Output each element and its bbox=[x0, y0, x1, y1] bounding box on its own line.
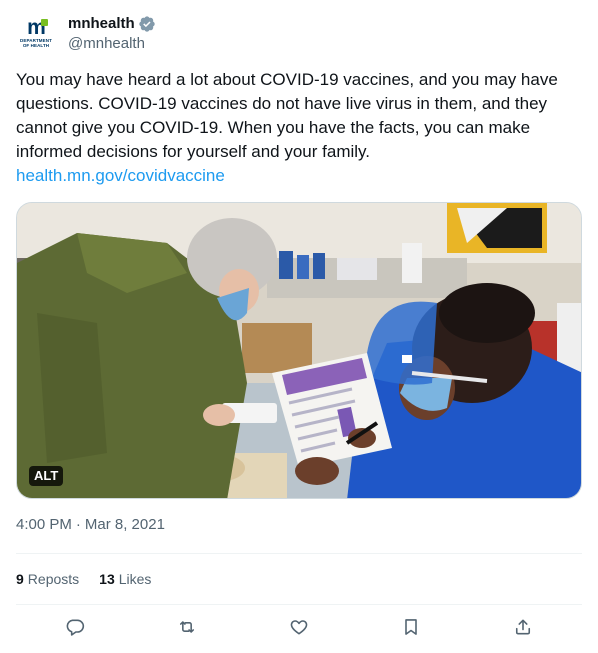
likes-count: 13 bbox=[99, 571, 115, 587]
reply-icon bbox=[66, 619, 85, 636]
divider bbox=[16, 604, 582, 605]
avatar-logo-mark: m bbox=[27, 17, 48, 38]
tweet-actions bbox=[16, 616, 582, 638]
likes-stat[interactable]: 13 Likes bbox=[99, 569, 151, 589]
display-name[interactable]: mnhealth bbox=[68, 14, 135, 34]
author-names: mnhealth @mnhealth bbox=[68, 14, 156, 54]
likes-label: Likes bbox=[118, 571, 152, 587]
tweet-time: 4:00 PM bbox=[16, 516, 72, 533]
tweet-body: You may have heard a lot about COVID-19 … bbox=[16, 70, 558, 161]
tweet-card: m DEPARTMENT OF HEALTH mnhealth @mnhealt… bbox=[0, 0, 598, 653]
share-button[interactable] bbox=[512, 616, 534, 638]
vaccine-clinic-photo bbox=[17, 203, 581, 498]
like-icon bbox=[290, 620, 308, 635]
reposts-count: 9 bbox=[16, 571, 24, 587]
reply-button[interactable] bbox=[64, 616, 86, 638]
verified-badge-icon bbox=[139, 16, 155, 32]
tweet-text: You may have heard a lot about COVID-19 … bbox=[16, 68, 576, 188]
bookmark-icon bbox=[405, 619, 417, 635]
repost-icon bbox=[179, 621, 195, 633]
share-icon bbox=[515, 619, 531, 635]
avatar[interactable]: m DEPARTMENT OF HEALTH bbox=[16, 14, 56, 54]
tweet-header: m DEPARTMENT OF HEALTH mnhealth @mnhealt… bbox=[16, 12, 156, 56]
reposts-stat[interactable]: 9 Reposts bbox=[16, 569, 79, 589]
timestamp-separator: · bbox=[75, 516, 81, 533]
avatar-logo-caption: DEPARTMENT OF HEALTH bbox=[20, 38, 52, 48]
tweet-stats: 9 Reposts 13 Likes bbox=[16, 569, 171, 589]
bookmark-button[interactable] bbox=[400, 616, 422, 638]
repost-button[interactable] bbox=[176, 616, 198, 638]
like-button[interactable] bbox=[288, 616, 310, 638]
divider bbox=[16, 553, 582, 554]
reposts-label: Reposts bbox=[27, 571, 80, 587]
tweet-media-photo[interactable]: ALT bbox=[16, 202, 582, 499]
tweet-date: Mar 8, 2021 bbox=[84, 516, 165, 533]
tweet-link[interactable]: health.mn.gov/covidvaccine bbox=[16, 164, 576, 188]
handle[interactable]: @mnhealth bbox=[68, 34, 156, 54]
alt-text-badge[interactable]: ALT bbox=[29, 466, 64, 486]
tweet-timestamp[interactable]: 4:00 PM · Mar 8, 2021 bbox=[16, 515, 165, 535]
